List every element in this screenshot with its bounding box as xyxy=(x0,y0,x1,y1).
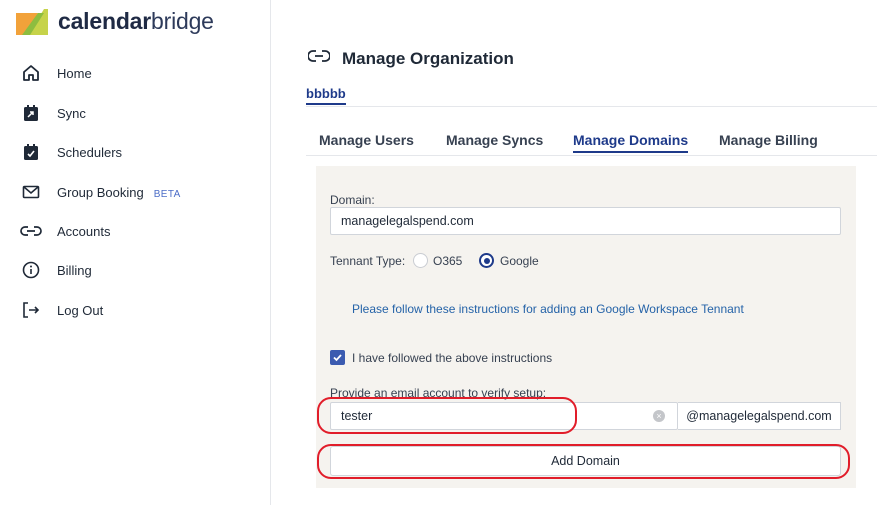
confirm-checkbox[interactable] xyxy=(330,350,345,365)
beta-badge: BETA xyxy=(153,188,181,200)
radio-o365-label: O365 xyxy=(433,254,463,268)
logout-icon xyxy=(20,299,42,321)
brand-name: calendarbridge xyxy=(58,8,214,34)
sidebar-item-label: Home xyxy=(57,65,92,81)
tab-manage-billing[interactable]: Manage Billing xyxy=(719,132,818,148)
domain-form-panel: Domain: managelegalspend.com Tennant Typ… xyxy=(316,166,856,488)
scheduler-calendar-icon xyxy=(20,141,42,163)
sidebar-item-label: Billing xyxy=(57,262,92,278)
clear-icon[interactable]: × xyxy=(653,410,665,422)
page-title: Manage Organization xyxy=(342,48,514,68)
mail-icon xyxy=(20,181,42,203)
sidebar-item-home[interactable]: Home xyxy=(0,56,270,90)
radio-google[interactable] xyxy=(479,253,494,268)
sidebar: calendarbridge Home Sync Schedulers Grou… xyxy=(0,0,271,505)
home-icon xyxy=(20,62,42,84)
sidebar-item-logout[interactable]: Log Out xyxy=(0,293,270,327)
sidebar-item-label-wrap: Group Booking BETA xyxy=(57,185,181,200)
tab-manage-syncs[interactable]: Manage Syncs xyxy=(446,132,543,148)
sidebar-item-accounts[interactable]: Accounts xyxy=(0,214,270,248)
tenant-type-label: Tennant Type: xyxy=(330,254,406,268)
calendarbridge-logo-icon xyxy=(14,8,50,35)
sidebar-item-sync[interactable]: Sync xyxy=(0,96,270,130)
link-icon xyxy=(307,48,331,69)
email-label: Provide an email account to verify setup… xyxy=(330,386,547,400)
brand-logo[interactable]: calendarbridge xyxy=(14,8,214,35)
sidebar-item-label: Schedulers xyxy=(57,144,123,160)
tab-manage-users[interactable]: Manage Users xyxy=(319,132,414,148)
sync-calendar-icon xyxy=(20,102,42,124)
sidebar-item-label: Accounts xyxy=(57,223,111,239)
domain-label: Domain: xyxy=(330,193,375,207)
divider xyxy=(306,155,877,156)
radio-google-label: Google xyxy=(500,254,539,268)
radio-o365[interactable] xyxy=(413,253,428,268)
checkmark-icon xyxy=(333,354,342,362)
sidebar-item-label: Sync xyxy=(57,105,86,121)
sidebar-item-label: Log Out xyxy=(57,302,104,318)
email-domain-suffix: @managelegalspend.com xyxy=(678,402,841,430)
sidebar-item-schedulers[interactable]: Schedulers xyxy=(0,135,270,169)
divider xyxy=(306,106,877,107)
add-domain-button[interactable]: Add Domain xyxy=(330,446,841,476)
org-tab[interactable]: bbbbb xyxy=(306,86,346,105)
info-icon xyxy=(20,259,42,281)
email-input[interactable]: tester xyxy=(330,402,678,430)
link-icon xyxy=(20,220,42,242)
tab-manage-domains[interactable]: Manage Domains xyxy=(573,132,689,153)
sidebar-item-billing[interactable]: Billing xyxy=(0,253,270,287)
domain-input[interactable]: managelegalspend.com xyxy=(330,207,841,235)
page-header: Manage Organization xyxy=(307,48,514,69)
instructions-link[interactable]: Please follow these instructions for add… xyxy=(352,302,744,316)
sidebar-item-label: Group Booking xyxy=(57,184,144,200)
sidebar-item-group-booking[interactable]: Group Booking BETA xyxy=(0,175,270,209)
confirm-checkbox-label: I have followed the above instructions xyxy=(352,351,553,365)
